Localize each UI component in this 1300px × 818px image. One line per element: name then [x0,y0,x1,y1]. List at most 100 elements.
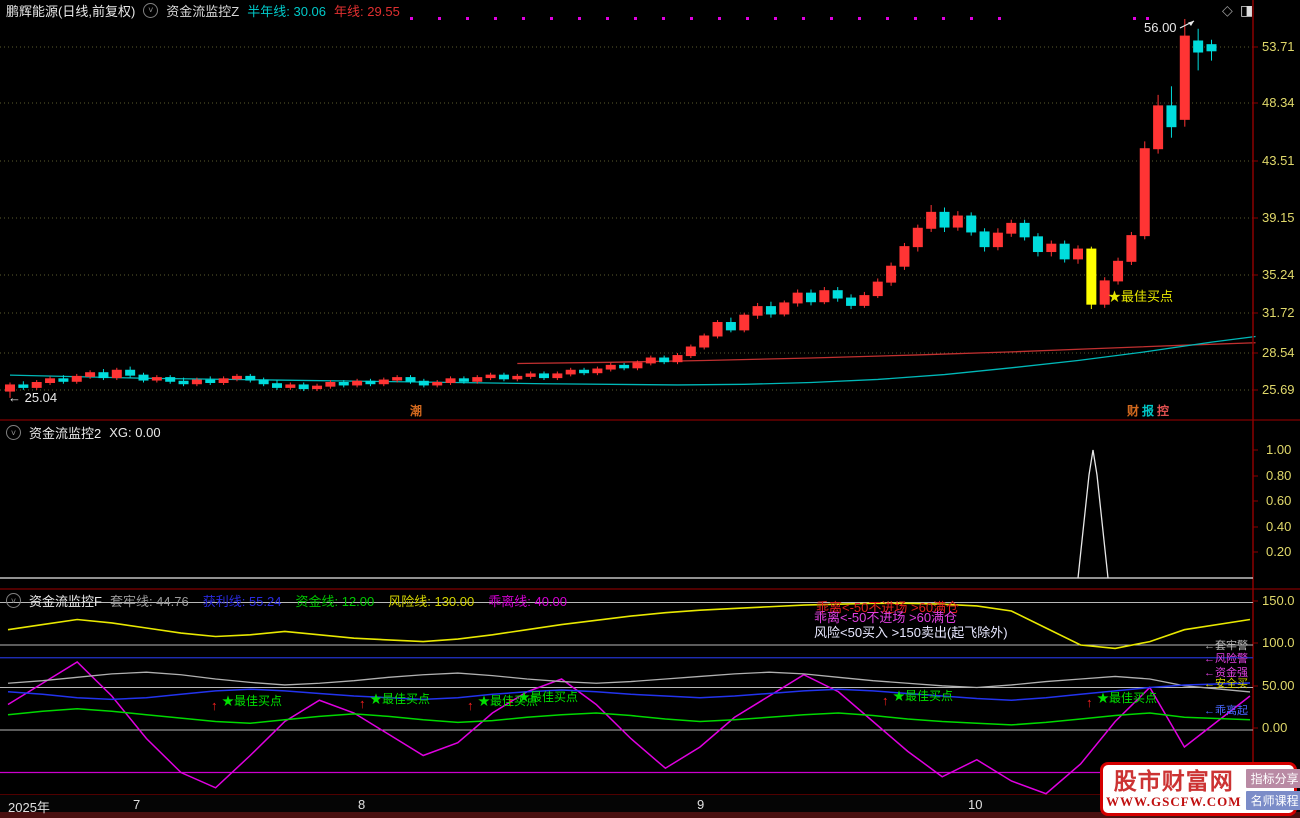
candle-body [365,380,376,385]
stock-name[interactable]: 鹏辉能源(日线,前复权) [6,1,135,20]
candle-body [472,377,483,382]
candle-body [378,379,389,385]
x-axis-label: 8 [358,797,366,812]
year-line-value: 29.55 [367,3,400,19]
candle-body [85,372,96,377]
candle-body [525,373,536,377]
panel3-axis-label: 150.0 [1262,593,1295,608]
panel3-right-label: ←乖离起 [1204,705,1248,717]
panel2-axis-label: 1.00 [1266,442,1292,457]
panel2-axis-label: 0.60 [1266,493,1292,508]
candle-body [659,357,670,363]
watermark-site-name: 股市财富网 [1113,769,1234,795]
candle-body [632,362,643,369]
candle-body [779,302,790,315]
candle-body [672,355,683,363]
chevron-down-icon[interactable]: ˅ [6,593,21,608]
legend-item: 资金线: 12.00 [295,594,375,609]
candle-body [512,375,523,380]
candle-body [1073,248,1083,260]
candle-body [258,379,269,385]
event-marker: 潮 [410,404,423,418]
trapped-line [7,671,1251,693]
event-marker: 财 [1127,404,1140,418]
candle-body [966,215,977,233]
candle-body [1206,44,1217,52]
panel2-axis-label: 0.40 [1266,519,1292,534]
candle-body [432,381,443,386]
candle-body [552,373,563,379]
panel2-header: ˅ 资金流监控2 XG: 0.00 [0,423,161,442]
panel3-legend: 套牢线: 44.76 获利线: 55.24 资金线: 12.00 风险线: 130.0… [110,591,567,610]
candle-body [151,377,162,381]
candle-body [231,375,242,380]
candle-body [165,377,176,382]
x-axis-label: 10 [968,797,983,812]
candle-body [645,357,656,364]
candle-body [752,306,763,316]
panel3-indicator-name[interactable]: 资金流监控F [29,591,102,610]
x-axis-label: 9 [697,797,705,812]
candle-body [458,378,469,382]
watermark-badge-courses: 名师课程 [1245,790,1300,810]
candle-body [1059,243,1070,260]
candle-body [31,381,42,388]
candle-body [178,380,189,385]
candle-body [859,295,870,306]
candle-body [539,373,549,379]
candle-body [312,385,323,390]
candle-body [1193,40,1204,53]
candle-body [1179,35,1190,120]
main-indicator-name[interactable]: 资金流监控Z [166,1,239,20]
candle-body [71,375,82,382]
panel2-axis-label: 0.80 [1266,468,1292,483]
panel2-indicator-name[interactable]: 资金流监控2 [29,423,101,442]
buy-arrow-icon: ↑ [507,694,514,709]
price-axis-label: 25.69 [1262,382,1295,397]
note-risk-rule: 风险<50买入 >150卖出(起飞除外) [814,625,1008,640]
candle-body [98,372,109,379]
candle-body [418,380,429,386]
candle-body [218,378,229,383]
price-axis-label: 31.72 [1262,305,1295,320]
candle-body [1126,235,1137,262]
candle-body [1019,222,1030,238]
panel3-axis-label: 50.00 [1262,678,1295,693]
candle-body [592,368,603,374]
buy-arrow-icon: ↑ [1086,695,1093,710]
best-buy-point-label: ★最佳买点 [1097,691,1158,705]
candle-body [872,281,883,297]
best-buy-point-label: ★最佳买点 [222,694,283,708]
candle-body [1166,105,1177,128]
price-axis-label: 35.24 [1262,267,1295,282]
candle-body [1113,260,1124,282]
price-axis-label: 43.51 [1262,153,1295,168]
candle-body [739,314,750,331]
candle-body [18,384,29,388]
candle-body [765,306,776,315]
xg-spike [1077,449,1109,579]
candle-body [565,369,576,375]
chevron-down-icon[interactable]: ˅ [6,425,21,440]
candle-body [992,232,1003,248]
candle-body [445,378,456,383]
candle-body [886,265,897,283]
chevron-down-icon[interactable]: ˅ [143,2,159,18]
candle-body [685,346,696,357]
candle-body [846,297,857,306]
buy-arrow-icon: ↑ [882,693,889,708]
candle-body [338,381,349,386]
candle-body [325,381,336,387]
candle-body [912,227,923,248]
candle-body [111,369,122,379]
panel3-right-label: ←安全买 [1204,678,1248,690]
candle-body [125,369,136,376]
candle-body [579,369,590,374]
candle-body [245,375,256,381]
price-axis-label: 48.34 [1262,95,1295,110]
event-marker: 报 [1142,404,1155,418]
best-buy-point-label-main: ★最佳买点 [1108,289,1174,304]
candle-body [725,322,736,331]
profit-line [7,682,1251,702]
half-year-line-value: 30.06 [293,3,327,19]
